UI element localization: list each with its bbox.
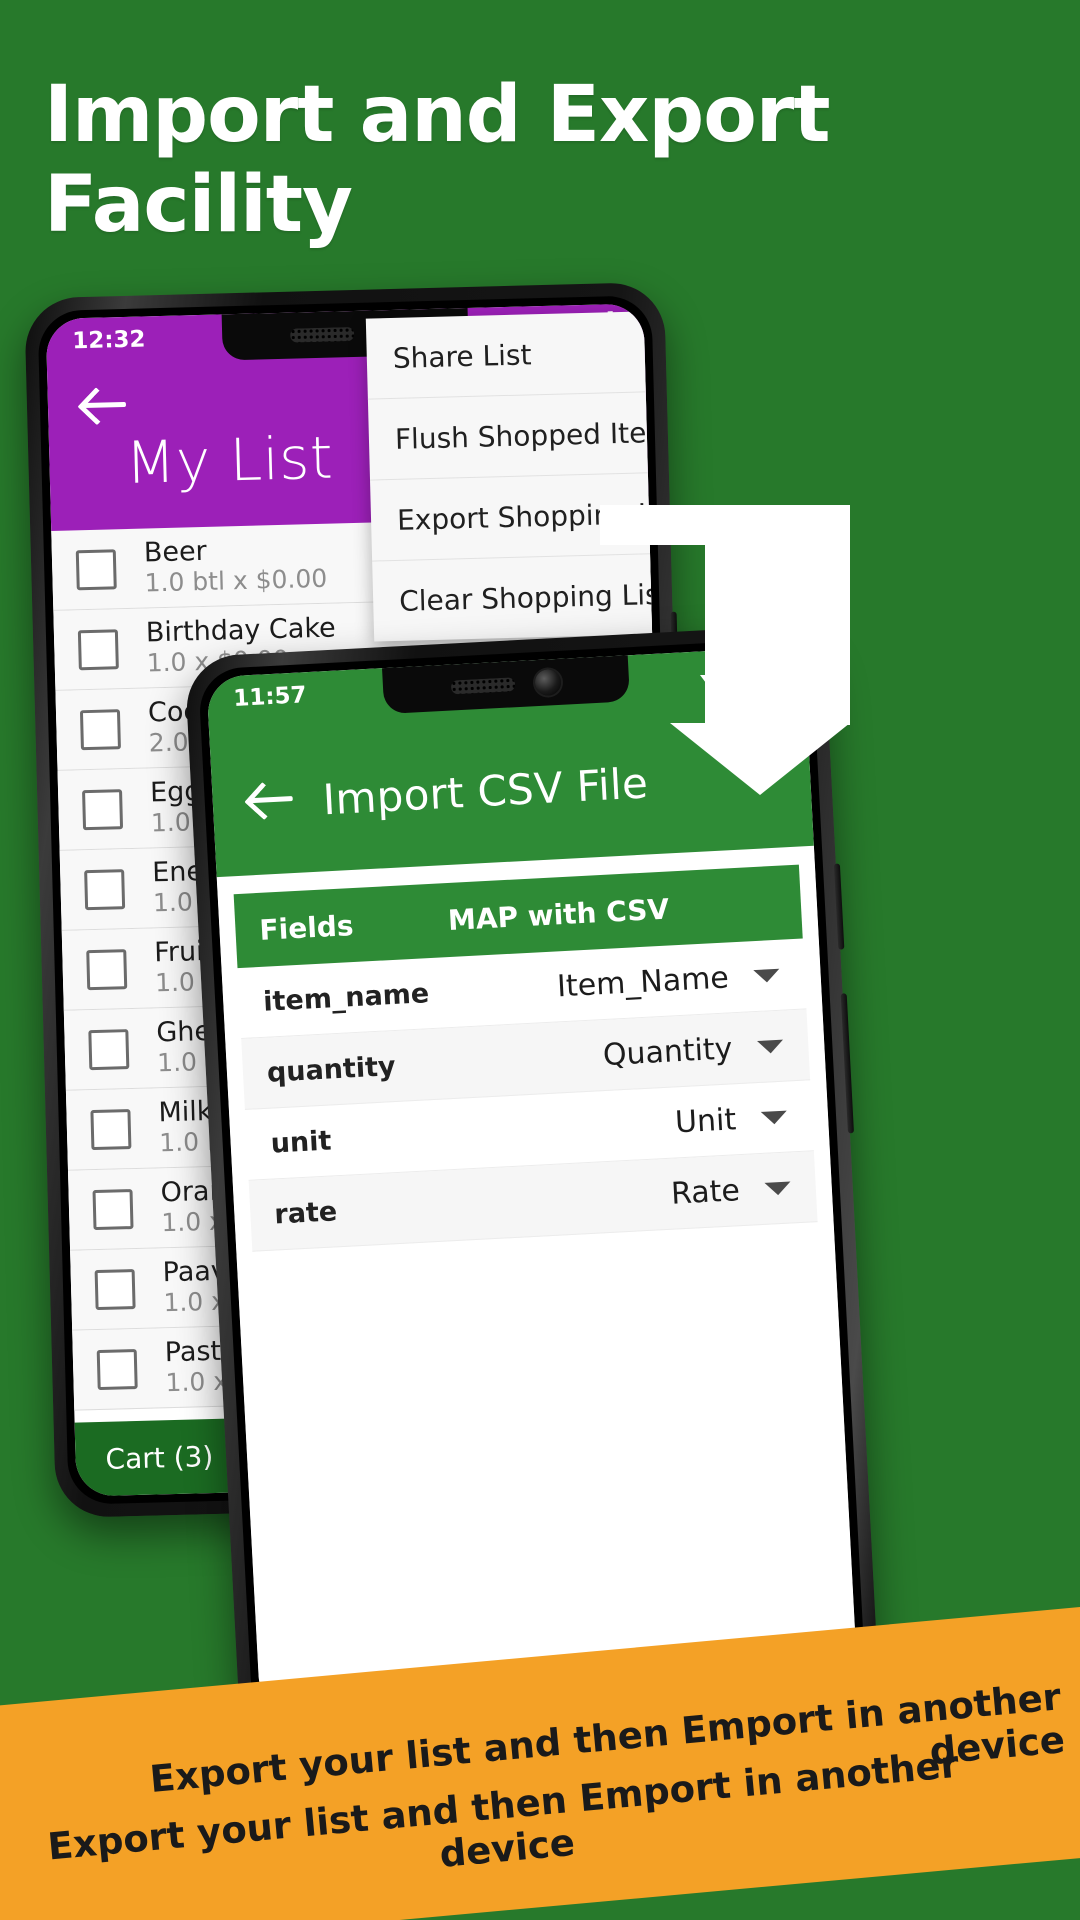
mapped-value: Unit [674, 1101, 738, 1140]
phone2-bezel: 11:57 Import CSV File Fields MAP with CS… [197, 637, 867, 1723]
item-checkbox[interactable] [84, 868, 126, 910]
chevron-down-icon [753, 968, 780, 983]
chevron-down-icon [760, 1110, 788, 1125]
field-name: rate [273, 1195, 338, 1231]
page-title: Import and Export Facility [44, 70, 831, 250]
item-name: Birthday Cake [145, 612, 337, 649]
menu-item-share-list[interactable]: Share List [365, 310, 675, 400]
front-camera-icon [534, 668, 562, 697]
item-checkbox[interactable] [79, 708, 121, 750]
mapping-dropdown[interactable] [728, 967, 805, 984]
phone2-screen: 11:57 Import CSV File Fields MAP with CS… [206, 646, 858, 1714]
mapping-dropdown[interactable] [736, 1109, 813, 1126]
item-detail: 1.0 btl x $0.00 [144, 563, 328, 598]
cart-count-label: Cart (3) [105, 1439, 214, 1476]
header-fields: Fields [258, 908, 355, 947]
mapped-value: Quantity [602, 1030, 734, 1073]
mapping-dropdown[interactable] [732, 1038, 809, 1055]
field-name: item_name [262, 977, 430, 1018]
item-checkbox[interactable] [88, 1028, 130, 1070]
item-checkbox[interactable] [77, 628, 119, 670]
item-checkbox[interactable] [82, 788, 124, 830]
menu-item-flush-shopped-items[interactable]: Flush Shopped Items [367, 390, 675, 481]
mapped-value: Rate [670, 1172, 741, 1212]
header-map-with-csv: MAP with CSV [447, 891, 670, 937]
item-checkbox[interactable] [96, 1348, 138, 1390]
field-name: quantity [266, 1050, 397, 1089]
item-checkbox[interactable] [92, 1188, 134, 1230]
chevron-down-icon [757, 1039, 784, 1054]
status-clock: 12:32 [71, 326, 146, 355]
item-name: Beer [143, 535, 208, 569]
mapping-dropdown[interactable] [739, 1180, 816, 1197]
my-list-title: My List [124, 423, 335, 497]
csv-mapping-panel: Fields MAP with CSV item_name Item_Name … [216, 845, 858, 1714]
earpiece-speaker-icon [450, 677, 516, 695]
item-checkbox[interactable] [94, 1268, 136, 1310]
chevron-down-icon [764, 1180, 792, 1196]
item-checkbox[interactable] [86, 948, 128, 990]
item-checkbox[interactable] [75, 548, 117, 590]
item-checkbox[interactable] [90, 1108, 132, 1150]
status-clock: 11:57 [232, 682, 308, 712]
field-name: unit [269, 1124, 333, 1160]
export-to-import-arrow-icon [600, 505, 850, 795]
earpiece-speaker-icon [290, 326, 355, 343]
mapped-value: Item_Name [556, 959, 730, 1004]
promo-stage: Import and Export Facility 12:32 My List… [0, 0, 1080, 1920]
